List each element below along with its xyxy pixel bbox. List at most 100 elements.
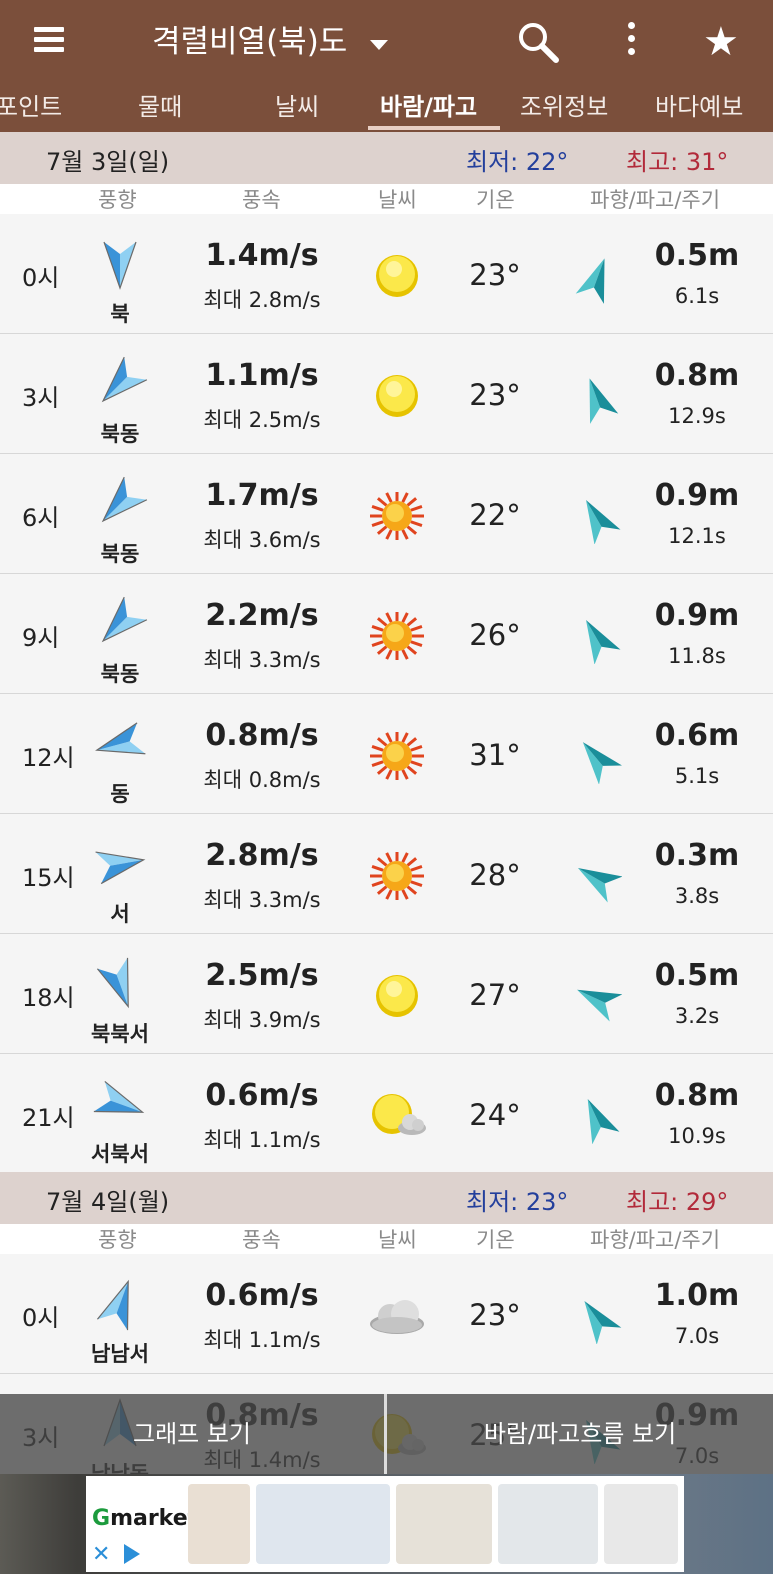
forecast-row[interactable]: 0시 남남서 0.6m/s 최대 1.1m/s 23° 1.0m 7.0s xyxy=(0,1254,773,1374)
gmarket-logo: Gmarket xyxy=(92,1506,199,1531)
temperature: 22° xyxy=(469,498,521,532)
wave-period: 3.8s xyxy=(674,884,720,908)
wave-height: 0.8m xyxy=(654,1078,740,1113)
sun-cloud-icon xyxy=(372,1094,426,1135)
wind-speed: 0.6m/s xyxy=(205,1078,319,1113)
hour-label: 12시 xyxy=(22,744,75,772)
forecast-row[interactable]: 9시 북동 2.2m/s 최대 3.3m/s 26° 0.9m 11.8s xyxy=(0,574,773,694)
column-label-wind-speed: 풍속 xyxy=(242,1228,281,1252)
cloud-icon xyxy=(370,1300,424,1334)
column-label-wave: 파향/파고/주기 xyxy=(590,1228,721,1252)
wind-direction-arrow-icon xyxy=(101,596,148,643)
wave-height: 0.3m xyxy=(654,838,740,873)
day-date: 7월 3일(일) xyxy=(46,148,170,176)
wave-direction-arrow-icon xyxy=(577,868,622,903)
day-high-temp: 최고: 29° xyxy=(626,1188,729,1216)
wind-direction-arrow-icon xyxy=(95,722,146,755)
forecast-row[interactable]: 6시 북동 1.7m/s 최대 3.6m/s 22° 0.9m 12.1s xyxy=(0,454,773,574)
wave-period: 10.9s xyxy=(668,1124,726,1148)
column-header: 풍향 풍속 날씨 기온 파향/파고/주기 xyxy=(0,184,773,214)
wind-max: 최대 3.6m/s xyxy=(203,528,321,552)
hour-label: 6시 xyxy=(22,504,60,532)
wind-max: 최대 1.1m/s xyxy=(203,1328,321,1352)
flow-view-button[interactable]: 바람/파고흐름 보기 xyxy=(387,1394,773,1474)
wind-direction-label: 북북서 xyxy=(91,1022,149,1046)
forecast-row[interactable]: 21시 서북서 0.6m/s 최대 1.1m/s 24° 0.8m 10.9s xyxy=(0,1054,773,1174)
wind-speed: 1.7m/s xyxy=(205,478,319,513)
hour-label: 0시 xyxy=(22,264,60,292)
ad-panel[interactable]: Gmarket ✕ xyxy=(86,1476,684,1572)
ad-product-image xyxy=(396,1484,492,1564)
hour-label: 18시 xyxy=(22,984,75,1012)
day-high-temp: 최고: 31° xyxy=(626,148,729,176)
tab-tide-level[interactable]: 조위정보 xyxy=(520,90,608,124)
wind-max: 최대 1.1m/s xyxy=(203,1128,321,1152)
column-label-wave: 파향/파고/주기 xyxy=(590,188,721,212)
temperature: 23° xyxy=(469,1298,521,1332)
hour-label: 0시 xyxy=(22,1304,60,1332)
wind-direction-arrow-icon xyxy=(96,1279,129,1331)
tab-sea-forecast[interactable]: 바다예보 xyxy=(655,90,743,124)
star-icon[interactable]: ★ xyxy=(703,20,739,64)
dropdown-caret-icon[interactable] xyxy=(370,40,388,50)
sun-rays-icon xyxy=(370,732,424,780)
wind-direction-label: 북동 xyxy=(100,422,140,446)
sun-plain-icon xyxy=(376,255,418,297)
wave-direction-arrow-icon xyxy=(589,378,619,424)
wave-direction-arrow-icon xyxy=(584,1300,622,1344)
forecast-row[interactable]: 15시 서 2.8m/s 최대 3.3m/s 28° 0.3m 3.8s xyxy=(0,814,773,934)
wave-direction-arrow-icon xyxy=(577,989,622,1022)
ad-close-icon[interactable]: ✕ xyxy=(92,1542,110,1567)
forecast-row[interactable]: 3시 북동 1.1m/s 최대 2.5m/s 23° 0.8m 12.9s xyxy=(0,334,773,454)
more-vert-icon[interactable] xyxy=(628,22,640,62)
wind-speed: 0.6m/s xyxy=(205,1278,319,1313)
column-label-weather: 날씨 xyxy=(378,188,417,212)
ad-banner[interactable]: Gmarket ✕ xyxy=(0,1474,773,1574)
hour-label: 21시 xyxy=(22,1104,75,1132)
hour-label: 9시 xyxy=(22,624,60,652)
wave-period: 5.1s xyxy=(674,764,720,788)
wind-direction-label: 북동 xyxy=(100,662,140,686)
graph-view-button[interactable]: 그래프 보기 xyxy=(0,1394,384,1474)
wind-speed: 1.1m/s xyxy=(205,358,319,393)
wind-direction-arrow-icon xyxy=(101,356,148,403)
ad-product-image xyxy=(604,1484,678,1564)
wave-period: 12.1s xyxy=(668,524,726,548)
hour-label: 15시 xyxy=(22,864,75,892)
tab-point[interactable]: 포인트 xyxy=(0,90,62,124)
menu-icon[interactable] xyxy=(34,22,74,62)
sun-plain-icon xyxy=(376,375,418,417)
location-title[interactable]: 격렬비열(북)도 xyxy=(152,18,347,66)
day-low-temp: 최저: 23° xyxy=(466,1188,569,1216)
bottom-button-bar: 그래프 보기 바람/파고흐름 보기 xyxy=(0,1394,773,1474)
tab-wind-wave[interactable]: 바람/파고 xyxy=(380,90,477,124)
tab-tide[interactable]: 물때 xyxy=(138,90,182,124)
sun-rays-icon xyxy=(370,492,424,540)
wind-direction-arrow-icon xyxy=(95,851,146,885)
column-label-wind-dir: 풍향 xyxy=(98,188,137,212)
day-header: 7월 3일(일) 최저: 22° 최고: 31° xyxy=(0,132,773,184)
wind-direction-arrow-icon xyxy=(96,957,129,1009)
search-icon[interactable] xyxy=(515,20,561,66)
wind-direction-label: 서 xyxy=(110,902,130,926)
tab-bar: 포인트 물때 날씨 바람/파고 조위정보 바다예보 xyxy=(0,84,773,132)
forecast-row[interactable]: 18시 북북서 2.5m/s 최대 3.9m/s 27° 0.5m 3.2s xyxy=(0,934,773,1054)
wind-direction-label: 북동 xyxy=(100,542,140,566)
wind-max: 최대 0.8m/s xyxy=(203,768,321,792)
forecast-row[interactable]: 12시 동 0.8m/s 최대 0.8m/s 31° 0.6m 5.1s xyxy=(0,694,773,814)
temperature: 27° xyxy=(469,978,521,1012)
column-label-wind-dir: 풍향 xyxy=(98,1228,137,1252)
ad-choices-icon[interactable] xyxy=(124,1544,140,1564)
wave-period: 11.8s xyxy=(668,644,726,668)
wind-speed: 2.2m/s xyxy=(205,598,319,633)
temperature: 31° xyxy=(469,738,521,772)
wind-speed: 0.8m/s xyxy=(205,718,319,753)
wave-height: 0.6m xyxy=(654,718,740,753)
temperature: 24° xyxy=(469,1098,521,1132)
wave-period: 12.9s xyxy=(668,404,726,428)
tab-weather[interactable]: 날씨 xyxy=(275,90,319,124)
wave-height: 0.9m xyxy=(654,598,740,633)
temperature: 23° xyxy=(469,378,521,412)
wave-height: 0.8m xyxy=(654,358,740,393)
forecast-row[interactable]: 0시 북 1.4m/s 최대 2.8m/s 23° 0.5m 6.1s xyxy=(0,214,773,334)
